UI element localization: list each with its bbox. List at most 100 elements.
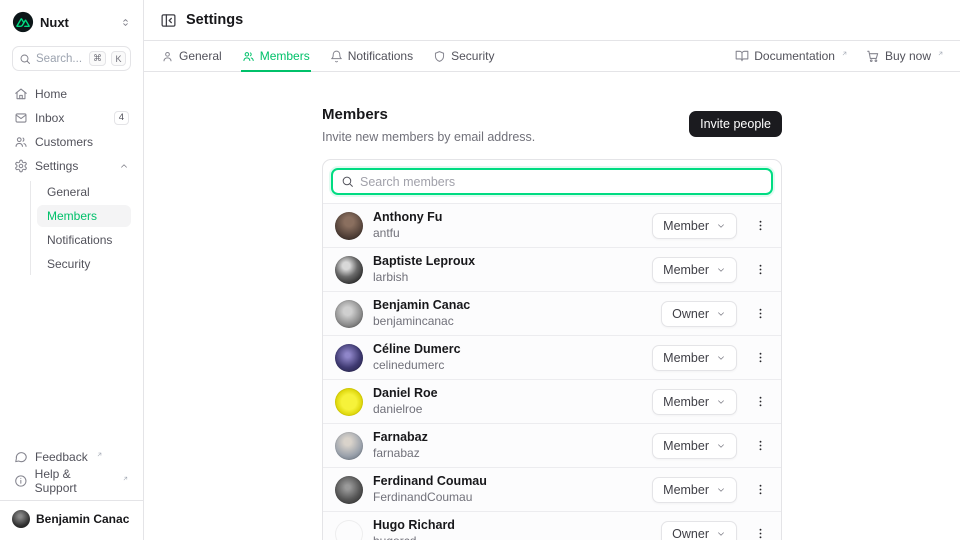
sidebar-item-label: Customers (35, 135, 93, 149)
member-row: Farnabaz farnabaz Member (323, 423, 781, 467)
subnav-label: Members (47, 209, 97, 223)
members-search-input[interactable] (360, 175, 763, 189)
main-panel: Settings General Members Notifications S… (144, 0, 960, 540)
role-select[interactable]: Owner (661, 521, 737, 540)
user-menu[interactable]: Benjamin Canac (0, 500, 143, 530)
role-select[interactable]: Member (652, 433, 737, 459)
role-select[interactable]: Member (652, 345, 737, 371)
role-select[interactable]: Member (652, 257, 737, 283)
kebab-menu-icon (754, 263, 767, 276)
team-switcher[interactable]: Nuxt (12, 10, 131, 34)
role-label: Member (663, 439, 709, 453)
documentation-label: Documentation (754, 49, 835, 63)
tab-label: General (179, 49, 222, 63)
subnav-label: General (47, 185, 90, 199)
section-subtitle: Invite new members by email address. (322, 130, 535, 144)
role-select[interactable]: Member (652, 389, 737, 415)
chevron-down-icon (716, 353, 726, 363)
avatar (335, 256, 363, 284)
members-section: Members Invite new members by email addr… (322, 72, 782, 540)
row-menu-button[interactable] (752, 393, 769, 410)
members-card: Anthony Fu antfu Member Baptiste Leproux… (322, 159, 782, 540)
sidebar-item-security[interactable]: Security (37, 253, 131, 275)
member-row: Ferdinand Coumau FerdinandCoumau Member (323, 467, 781, 511)
user-icon (161, 50, 174, 63)
member-username: celinedumerc (373, 359, 461, 372)
shield-icon (433, 50, 446, 63)
role-select[interactable]: Member (652, 213, 737, 239)
role-label: Member (663, 395, 709, 409)
row-menu-button[interactable] (752, 305, 769, 322)
member-row: Céline Dumerc celinedumerc Member (323, 335, 781, 379)
settings-subnav: General Members Notifications Security (30, 181, 131, 275)
tab-label: Members (260, 49, 310, 63)
role-label: Member (663, 263, 709, 277)
avatar (12, 510, 30, 528)
chevron-down-icon (716, 309, 726, 319)
sidebar-item-settings[interactable]: Settings (12, 155, 131, 177)
row-menu-button[interactable] (752, 481, 769, 498)
role-label: Member (663, 351, 709, 365)
avatar (335, 388, 363, 416)
info-icon (14, 474, 28, 488)
row-menu-button[interactable] (752, 525, 769, 540)
row-menu-button[interactable] (752, 437, 769, 454)
external-link-icon (122, 475, 129, 482)
help-support-link[interactable]: Help & Support (12, 470, 131, 492)
inbox-icon (14, 111, 28, 125)
kebab-menu-icon (754, 219, 767, 232)
member-row: Daniel Roe danielroe Member (323, 379, 781, 423)
external-link-icon (841, 50, 848, 57)
avatar (335, 476, 363, 504)
member-name: Ferdinand Coumau (373, 475, 487, 489)
feedback-link[interactable]: Feedback (12, 446, 131, 468)
sidebar-item-customers[interactable]: Customers (12, 131, 131, 153)
sidebar-collapse-button[interactable] (160, 12, 177, 29)
sidebar-item-general[interactable]: General (37, 181, 131, 203)
page-header: Settings (144, 0, 960, 41)
sidebar-item-notifications[interactable]: Notifications (37, 229, 131, 251)
sidebar-item-members[interactable]: Members (37, 205, 131, 227)
sidebar-search[interactable]: Search... ⌘ K (12, 46, 131, 71)
role-select[interactable]: Member (652, 477, 737, 503)
tab-security[interactable]: Security (432, 41, 495, 71)
role-select[interactable]: Owner (661, 301, 737, 327)
sidebar-item-label: Inbox (35, 111, 64, 125)
member-name: Farnabaz (373, 431, 428, 445)
tab-notifications[interactable]: Notifications (329, 41, 414, 71)
external-link-icon (937, 50, 944, 57)
role-label: Owner (672, 307, 709, 321)
sidebar-search-placeholder: Search... (36, 53, 84, 65)
gear-icon (14, 159, 28, 173)
kbd-meta: ⌘ (89, 51, 106, 66)
tab-label: Notifications (348, 49, 413, 63)
member-username: farnabaz (373, 447, 428, 460)
member-name: Baptiste Leproux (373, 255, 475, 269)
tab-general[interactable]: General (160, 41, 223, 71)
sidebar-item-inbox[interactable]: Inbox 4 (12, 107, 131, 129)
row-menu-button[interactable] (752, 217, 769, 234)
row-menu-button[interactable] (752, 261, 769, 278)
kbd-k: K (111, 51, 126, 66)
help-support-label: Help & Support (35, 467, 114, 495)
search-icon (19, 53, 31, 65)
invite-people-button[interactable]: Invite people (689, 111, 782, 137)
members-search-wrap (323, 160, 781, 203)
content-area: Members Invite new members by email addr… (144, 72, 960, 540)
bell-icon (330, 50, 343, 63)
buy-now-link[interactable]: Buy now (866, 49, 944, 63)
member-row: Benjamin Canac benjamincanac Owner (323, 291, 781, 335)
users-icon (242, 50, 255, 63)
feedback-label: Feedback (35, 450, 88, 464)
team-name: Nuxt (40, 15, 114, 30)
search-icon (341, 175, 354, 188)
avatar (335, 300, 363, 328)
documentation-link[interactable]: Documentation (735, 49, 848, 63)
sidebar-footer: Feedback Help & Support (12, 446, 131, 492)
sidebar-nav: Home Inbox 4 Customers Settings General … (12, 83, 131, 275)
tab-members[interactable]: Members (241, 41, 311, 71)
sidebar-item-home[interactable]: Home (12, 83, 131, 105)
sidebar-item-label: Settings (35, 159, 78, 173)
avatar (335, 212, 363, 240)
row-menu-button[interactable] (752, 349, 769, 366)
